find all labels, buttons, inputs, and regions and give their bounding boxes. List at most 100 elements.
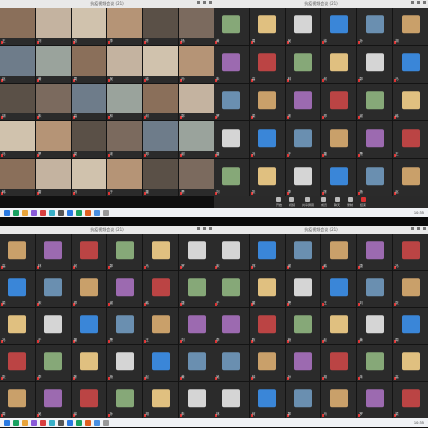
participant-tile[interactable]: 郭 — [285, 382, 321, 418]
taskbar-app-icon[interactable] — [4, 209, 10, 216]
minimize-button[interactable] — [411, 227, 414, 230]
participant-tile[interactable]: 高 — [393, 345, 428, 381]
participant-tile[interactable]: 王 — [0, 8, 35, 45]
participant-tile[interactable]: 周 — [249, 8, 285, 45]
participant-tile[interactable]: 黄 — [35, 45, 71, 83]
close-button[interactable] — [423, 1, 426, 4]
participant-tile[interactable]: 罗 — [35, 121, 71, 159]
participant-tile[interactable]: 胡 — [143, 382, 179, 418]
participant-tile[interactable]: 董 — [71, 308, 107, 344]
toolbar-button[interactable]: 视频 — [289, 197, 295, 207]
close-button[interactable] — [209, 227, 212, 230]
toolbar-button[interactable]: 成员 — [321, 197, 327, 207]
minimize-button[interactable] — [197, 1, 200, 4]
participant-tile[interactable]: 徐 — [321, 8, 357, 45]
participant-tile[interactable]: 郑 — [321, 83, 357, 121]
toolbar-button[interactable]: 共享屏幕 — [302, 197, 314, 207]
maximize-button[interactable] — [417, 227, 420, 230]
taskbar-app-icon[interactable] — [31, 209, 37, 216]
participant-tile[interactable]: 李 — [285, 159, 321, 196]
participant-tile[interactable]: 梁 — [0, 271, 35, 307]
minimize-button[interactable] — [197, 227, 200, 230]
participant-tile[interactable]: 于 — [35, 308, 71, 344]
participant-tile[interactable]: 冯 — [0, 308, 35, 344]
participant-tile[interactable]: 王 — [143, 308, 179, 344]
participant-tile[interactable]: 胡 — [321, 345, 357, 381]
participant-tile[interactable]: 梁 — [249, 83, 285, 121]
participant-tile[interactable]: 吴 — [214, 345, 249, 381]
participant-tile[interactable]: 周 — [393, 308, 428, 344]
taskbar-app-icon[interactable] — [76, 419, 82, 426]
close-button[interactable] — [423, 227, 426, 230]
participant-tile[interactable]: 刘 — [214, 159, 249, 196]
participant-tile[interactable]: 于 — [107, 159, 143, 196]
participant-tile[interactable]: 徐 — [143, 45, 179, 83]
taskbar-app-icon[interactable] — [22, 419, 28, 426]
participant-tile[interactable]: 杨 — [179, 8, 214, 45]
participant-tile[interactable]: 刘 — [179, 308, 214, 344]
maximize-button[interactable] — [203, 227, 206, 230]
participant-tile[interactable]: 朱 — [357, 345, 393, 381]
taskbar-app-icon[interactable] — [67, 209, 73, 216]
participant-tile[interactable]: 徐 — [71, 382, 107, 418]
participant-tile[interactable]: 何 — [71, 234, 107, 270]
participant-tile[interactable]: 周 — [0, 382, 35, 418]
participant-tile[interactable]: 罗 — [214, 83, 249, 121]
participant-tile[interactable]: 徐 — [249, 345, 285, 381]
taskbar-app-icon[interactable] — [85, 419, 91, 426]
participant-tile[interactable]: 黄 — [357, 308, 393, 344]
participant-tile[interactable]: 宋 — [214, 234, 249, 270]
taskbar-app-icon[interactable] — [94, 419, 100, 426]
toolbar-button[interactable]: 聊天 — [334, 197, 340, 207]
participant-tile[interactable]: 韩 — [393, 83, 428, 121]
participant-tile[interactable]: 唐 — [35, 159, 71, 196]
participant-tile[interactable]: 马 — [0, 121, 35, 159]
participant-tile[interactable]: 孙 — [357, 8, 393, 45]
participant-tile[interactable]: 马 — [393, 45, 428, 83]
taskbar-app-icon[interactable] — [40, 209, 46, 216]
participant-tile[interactable]: 梁 — [71, 121, 107, 159]
toolbar-button[interactable]: 结束 — [360, 197, 366, 207]
participant-tile[interactable]: 萧 — [179, 159, 214, 196]
participant-tile[interactable]: 胡 — [0, 83, 35, 121]
participant-tile[interactable]: 黄 — [179, 345, 214, 381]
participant-tile[interactable]: 唐 — [179, 271, 214, 307]
participant-tile[interactable]: 杨 — [285, 308, 321, 344]
participant-tile[interactable]: 张 — [71, 8, 107, 45]
participant-tile[interactable]: 陈 — [71, 345, 107, 381]
taskbar-app-icon[interactable] — [49, 419, 55, 426]
taskbar-app-icon[interactable] — [103, 209, 109, 216]
participant-tile[interactable]: 张 — [249, 159, 285, 196]
close-button[interactable] — [209, 1, 212, 4]
participant-tile[interactable]: 刘 — [35, 8, 71, 45]
participant-tile[interactable]: 林 — [35, 234, 71, 270]
participant-tile[interactable]: 王 — [393, 121, 428, 159]
participant-tile[interactable]: 萧 — [107, 308, 143, 344]
participant-tile[interactable]: 于 — [285, 121, 321, 159]
taskbar-app-icon[interactable] — [13, 419, 19, 426]
participant-tile[interactable]: 周 — [71, 45, 107, 83]
participant-tile[interactable]: 赵 — [0, 45, 35, 83]
participant-tile[interactable]: 朱 — [214, 45, 249, 83]
participant-tile[interactable]: 谢 — [285, 234, 321, 270]
participant-tile[interactable]: 王 — [321, 271, 357, 307]
participant-tile[interactable]: 吴 — [35, 382, 71, 418]
participant-tile[interactable]: 赵 — [143, 345, 179, 381]
participant-tile[interactable]: 陈 — [249, 308, 285, 344]
participant-tile[interactable]: 杨 — [107, 345, 143, 381]
participant-tile[interactable]: 李 — [214, 308, 249, 344]
participant-tile[interactable]: 冯 — [393, 234, 428, 270]
participant-tile[interactable]: 郭 — [107, 234, 143, 270]
taskbar-app-icon[interactable] — [58, 419, 64, 426]
taskbar-app-icon[interactable] — [76, 209, 82, 216]
participant-tile[interactable]: 宋 — [35, 271, 71, 307]
taskbar-app-icon[interactable] — [103, 419, 109, 426]
participant-tile[interactable]: 赵 — [393, 159, 428, 196]
participant-tile[interactable]: 吴 — [107, 45, 143, 83]
maximize-button[interactable] — [203, 1, 206, 4]
participant-tile[interactable]: 杨 — [357, 159, 393, 196]
participant-tile[interactable]: 马 — [143, 234, 179, 270]
participant-tile[interactable]: 黄 — [214, 8, 249, 45]
participant-tile[interactable]: 郑 — [71, 271, 107, 307]
participant-tile[interactable]: 郭 — [179, 83, 214, 121]
